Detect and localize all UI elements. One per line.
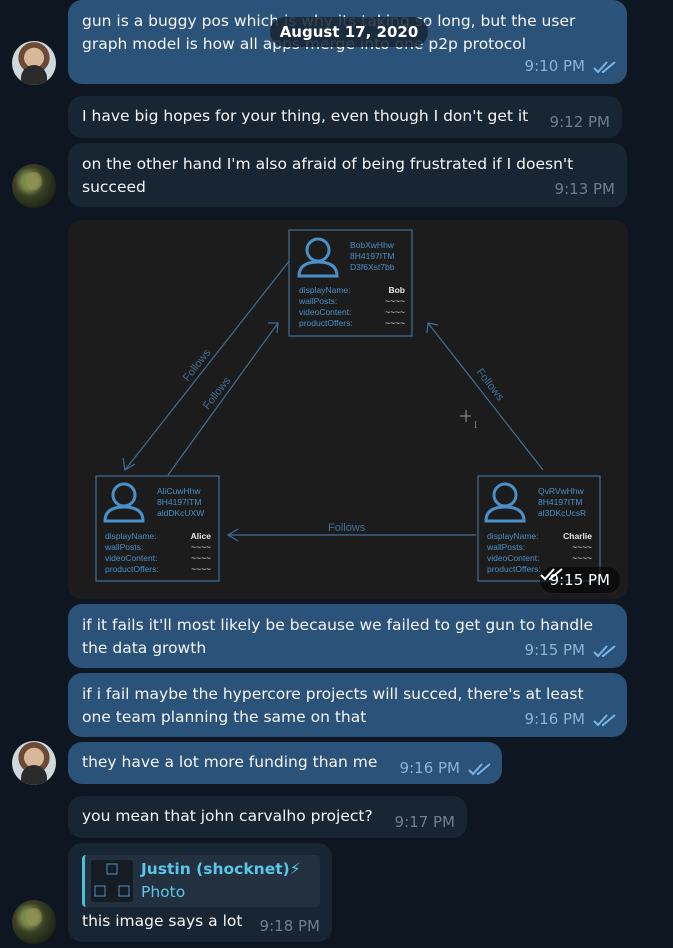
photo-time-badge: 9:15 PM [539, 567, 620, 593]
read-ticks-icon [593, 713, 616, 726]
read-ticks-icon [593, 644, 616, 657]
reply-type: Photo [141, 883, 186, 901]
node-id: aldDKcUXW [157, 508, 204, 518]
field-label: wallPosts: [104, 542, 143, 552]
node-name: Alice [191, 531, 212, 541]
node-id: 8H4197ITM [538, 497, 582, 507]
message-time: 9:10 PM [524, 57, 585, 75]
message-time: 9:12 PM [549, 113, 610, 131]
field-label: productOffers: [487, 564, 541, 574]
avatar[interactable] [12, 164, 56, 208]
node-id: D3f6Xst7bb [350, 262, 395, 272]
field-label: videoContent: [105, 553, 157, 563]
message-meta: 9:13 PM [555, 178, 615, 201]
user-node-alice: AliCuwHhw 8H4197ITM aldDKcUXW displayNam… [95, 475, 220, 582]
message-meta: 9:12 PM [550, 111, 610, 134]
node-id: 8H4197ITM [157, 497, 201, 507]
message-meta: 9:10 PM [525, 55, 617, 78]
reply-thumbnail [91, 860, 133, 902]
message-meta: 9:17 PM [395, 811, 455, 834]
message-meta: 9:15 PM [525, 639, 617, 662]
node-id: AliCuwHhw [157, 486, 201, 496]
message-time: 9:17 PM [394, 813, 455, 831]
message-time: 9:18 PM [259, 917, 320, 935]
node-id: BobXwHhw [350, 240, 395, 250]
field-value: ~~~~ [385, 318, 405, 328]
field-label: productOffers: [105, 564, 159, 574]
message-time: 9:16 PM [524, 710, 585, 728]
message-bubble[interactable]: Justin (shocknet)⚡ Photo this image says… [68, 843, 332, 942]
follows-label: Follows [328, 522, 366, 534]
field-label: wallPosts: [298, 296, 337, 306]
reply-author: Justin (shocknet)⚡ [141, 860, 301, 878]
read-ticks-icon [539, 568, 563, 581]
message-time: 9:13 PM [554, 180, 615, 198]
message-bubble[interactable]: if i fail maybe the hypercore projects w… [68, 673, 627, 737]
photo-message[interactable]: Follows Follows Follows Follows I BobXwH… [68, 220, 628, 599]
message-time: 9:15 PM [524, 641, 585, 659]
message-meta: 9:16 PM [525, 708, 617, 731]
date-pill: August 17, 2020 [270, 17, 428, 47]
field-label: displayName: [105, 531, 157, 541]
node-id: QvRVwHhw [538, 486, 585, 496]
message-text: I have big hopes for your thing, even th… [82, 107, 529, 125]
user-graph-diagram: Follows Follows Follows Follows I BobXwH… [68, 220, 628, 599]
message-time: 9:16 PM [399, 759, 460, 777]
avatar[interactable] [12, 41, 56, 85]
message-bubble[interactable]: if it fails it'll most likely be because… [68, 604, 627, 668]
field-label: wallPosts: [486, 542, 525, 552]
message-bubble[interactable]: they have a lot more funding than me 9:1… [68, 742, 502, 784]
field-label: videoContent: [487, 553, 539, 563]
field-label: videoContent: [299, 307, 351, 317]
field-value: ~~~~ [572, 553, 592, 563]
message-bubble[interactable]: on the other hand I'm also afraid of bei… [68, 143, 627, 207]
message-bubble[interactable]: you mean that john carvalho project? 9:1… [68, 796, 467, 838]
field-value: ~~~~ [385, 307, 405, 317]
message-text: on the other hand I'm also afraid of bei… [82, 155, 574, 196]
node-name: Charlie [563, 531, 592, 541]
field-value: ~~~~ [572, 542, 592, 552]
field-value: ~~~~ [191, 553, 211, 563]
node-id: al3DKcUcsR [538, 508, 586, 518]
reply-preview[interactable]: Justin (shocknet)⚡ Photo [82, 855, 320, 907]
text-cursor: I [474, 420, 477, 430]
node-name: Bob [388, 285, 405, 295]
avatar[interactable] [12, 900, 56, 944]
message-meta: 9:18 PM [260, 915, 320, 938]
field-value: ~~~~ [191, 542, 211, 552]
reply-thumbnail-image [91, 860, 133, 902]
user-node-charlie: QvRVwHhw 8H4197ITM al3DKcUcsR displayNam… [477, 475, 601, 582]
field-value: ~~~~ [191, 564, 211, 574]
message-meta: 9:16 PM [400, 757, 492, 780]
field-label: productOffers: [299, 318, 353, 328]
avatar[interactable] [12, 741, 56, 785]
user-node-bob: BobXwHhw 8H4197ITM D3f6Xst7bb displayNam… [288, 229, 413, 337]
read-ticks-icon [593, 60, 616, 73]
node-id: 8H4197ITM [350, 251, 394, 261]
message-bubble[interactable]: I have big hopes for your thing, even th… [68, 96, 622, 138]
field-label: displayName: [299, 285, 351, 295]
read-ticks-icon [468, 762, 491, 775]
field-value: ~~~~ [385, 296, 405, 306]
field-label: displayName: [487, 531, 539, 541]
